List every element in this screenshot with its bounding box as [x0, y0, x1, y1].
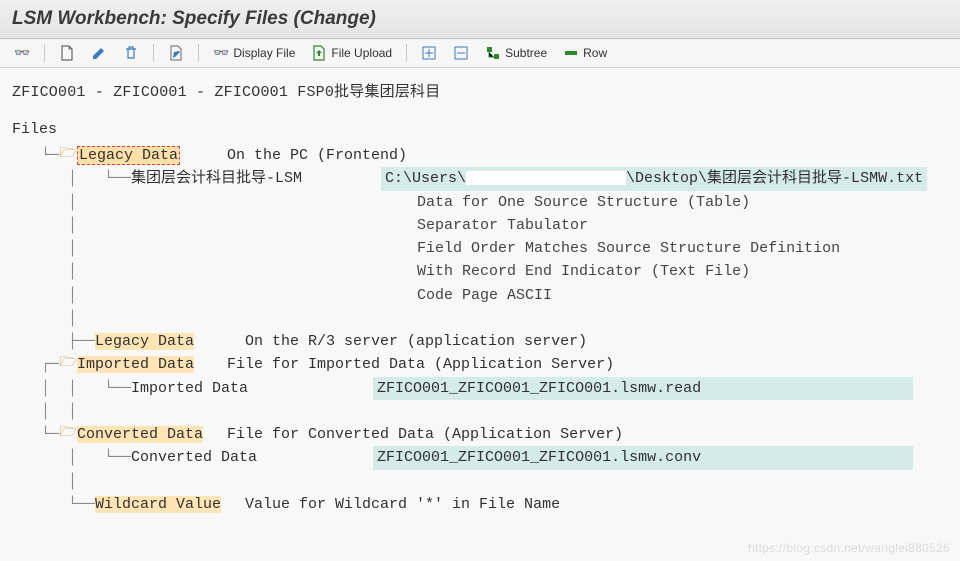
- separator: [44, 44, 45, 62]
- file-upload-label: File Upload: [331, 46, 392, 60]
- collapse-button[interactable]: [447, 43, 475, 63]
- file-path: C:\Users\\Desktop\集团层会计科目批导-LSMW.txt: [381, 167, 927, 190]
- node-desc: File for Imported Data (Application Serv…: [227, 353, 614, 376]
- tree-node-converted[interactable]: └─ 🗁 Converted Data File for Converted D…: [14, 423, 952, 446]
- glasses-icon: 👓: [14, 45, 30, 61]
- watermark: https://blog.csdn.net/wanglei880526: [748, 541, 950, 555]
- obscured-user: [466, 171, 626, 185]
- display-file-label: Display File: [233, 46, 295, 60]
- subtree-icon: [485, 45, 501, 61]
- node-desc: File for Converted Data (Application Ser…: [227, 423, 623, 446]
- pencil-icon: [91, 45, 107, 61]
- node-label: Legacy Data: [95, 333, 194, 350]
- node-label: Legacy Data: [77, 146, 180, 165]
- file-attr: Separator Tabulator: [417, 214, 588, 237]
- file-attr: Code Page ASCII: [417, 284, 552, 307]
- files-section-label: Files: [0, 105, 960, 142]
- blank-file-icon: [59, 45, 75, 61]
- tree-node-imported-file[interactable]: │ │ └── Imported Data ZFICO001_ZFICO001_…: [14, 377, 952, 400]
- separator: [198, 44, 199, 62]
- collapse-icon: [453, 45, 469, 61]
- trash-icon: [123, 45, 139, 61]
- file-upload-icon: [311, 45, 327, 61]
- node-label: Converted Data: [77, 426, 203, 443]
- subtree-label: Subtree: [505, 46, 547, 60]
- file-pencil-icon: [168, 45, 184, 61]
- tree-node-wildcard[interactable]: └── Wildcard Value Value for Wildcard '*…: [14, 493, 952, 516]
- page-title: LSM Workbench: Specify Files (Change): [0, 0, 960, 39]
- file-upload-button[interactable]: File Upload: [305, 43, 398, 63]
- file-attr: With Record End Indicator (Text File): [417, 260, 750, 283]
- new-button[interactable]: [53, 43, 81, 63]
- separator: [153, 44, 154, 62]
- row-button[interactable]: Row: [557, 43, 613, 63]
- tree-node-legacy-r3[interactable]: ├── Legacy Data On the R/3 server (appli…: [14, 330, 952, 353]
- file-label: Converted Data: [131, 446, 373, 469]
- tree-node-imported[interactable]: ┌─ 🗁 Imported Data File for Imported Dat…: [14, 353, 952, 376]
- display-file-button[interactable]: 👓 Display File: [207, 43, 301, 63]
- separator: [406, 44, 407, 62]
- expand-button[interactable]: [415, 43, 443, 63]
- file-path: ZFICO001_ZFICO001_ZFICO001.lsmw.conv: [373, 446, 913, 469]
- subtree-button[interactable]: Subtree: [479, 43, 553, 63]
- edit-file-button[interactable]: [162, 43, 190, 63]
- tree-node-legacy-pc-file[interactable]: │ └── 集团层会计科目批导-LSM C:\Users\\Desktop\集团…: [14, 167, 952, 190]
- toolbar: 👓 👓 Display File File Upload Subtree Row: [0, 39, 960, 68]
- file-attr: Field Order Matches Source Structure Def…: [417, 237, 840, 260]
- folder-open-icon: 🗁: [59, 353, 77, 375]
- file-path: ZFICO001_ZFICO001_ZFICO001.lsmw.read: [373, 377, 913, 400]
- delete-button[interactable]: [117, 43, 145, 63]
- tree-node-legacy-pc[interactable]: └─ 🗁 Legacy Data On the PC (Frontend): [14, 144, 952, 167]
- files-tree: └─ 🗁 Legacy Data On the PC (Frontend) │ …: [0, 142, 960, 524]
- tree-node-converted-file[interactable]: │ └── Converted Data ZFICO001_ZFICO001_Z…: [14, 446, 952, 469]
- file-label: Imported Data: [131, 377, 373, 400]
- edit-button[interactable]: [85, 43, 113, 63]
- row-label: Row: [583, 46, 607, 60]
- node-label: Imported Data: [77, 356, 194, 373]
- display-all-button[interactable]: 👓: [8, 43, 36, 63]
- folder-open-icon: 🗁: [59, 423, 77, 445]
- node-desc: Value for Wildcard '*' in File Name: [245, 493, 560, 516]
- folder-open-icon: 🗁: [59, 144, 77, 166]
- node-desc: On the R/3 server (application server): [245, 330, 587, 353]
- file-label: 集团层会计科目批导-LSM: [131, 167, 381, 190]
- expand-icon: [421, 45, 437, 61]
- row-icon: [563, 45, 579, 61]
- glasses-icon: 👓: [213, 45, 229, 61]
- breadcrumb: ZFICO001 - ZFICO001 - ZFICO001 FSP0批导集团层…: [0, 68, 960, 105]
- node-desc: On the PC (Frontend): [227, 144, 407, 167]
- node-label: Wildcard Value: [95, 496, 221, 513]
- file-attr: Data for One Source Structure (Table): [417, 191, 750, 214]
